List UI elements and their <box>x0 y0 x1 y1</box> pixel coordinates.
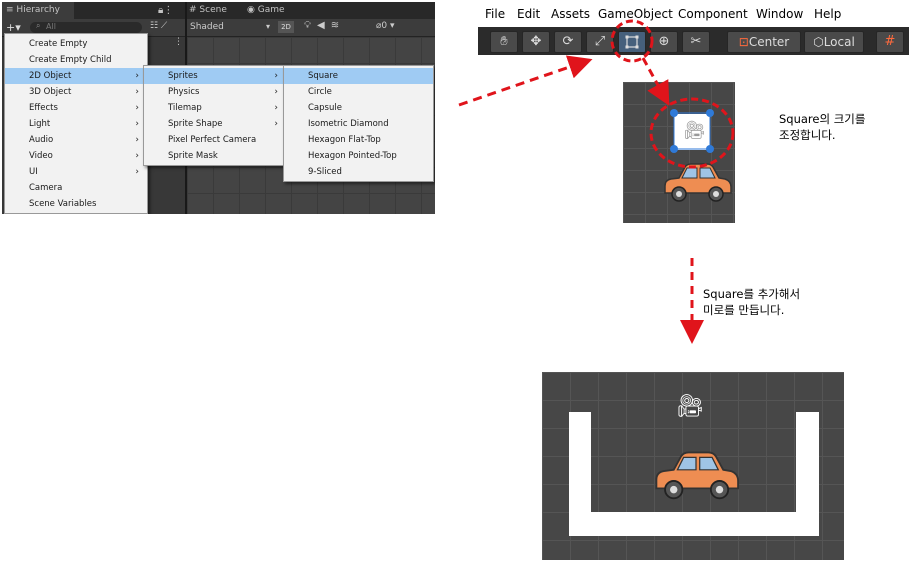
annotation-overlay <box>458 19 735 344</box>
arrow-tool-to-square <box>641 57 670 106</box>
arrow-menu-to-tool <box>458 55 593 107</box>
highlight-square <box>649 97 735 169</box>
highlight-rect-tool <box>610 19 654 63</box>
